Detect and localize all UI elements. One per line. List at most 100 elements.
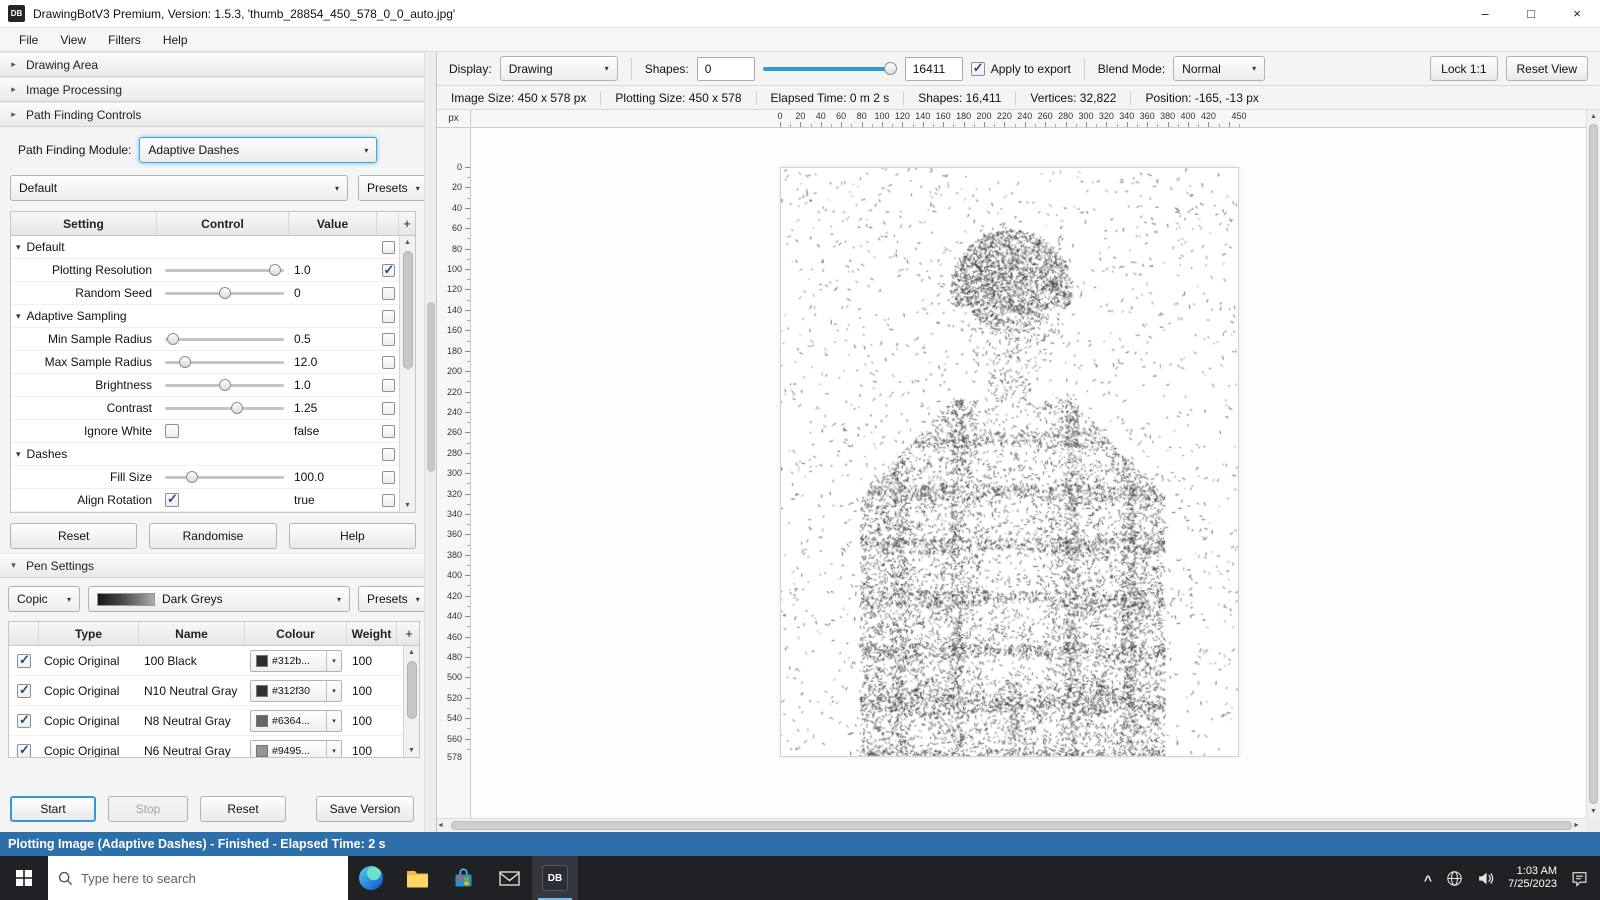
scroll-up-icon[interactable]: ▲ [404, 236, 411, 249]
shapes-slider[interactable] [763, 61, 897, 77]
settings-table-scrollbar[interactable]: ▲ ▼ [399, 236, 415, 512]
close-button[interactable]: × [1554, 0, 1600, 27]
pen-colour-picker[interactable]: #9495...▾ [250, 740, 342, 758]
setting-enable-checkbox[interactable] [382, 264, 395, 277]
pen-enabled-checkbox[interactable] [17, 654, 31, 668]
slider-thumb[interactable] [186, 471, 198, 483]
setting-enable-checkbox[interactable] [382, 287, 395, 300]
setting-enable-checkbox[interactable] [382, 241, 395, 254]
taskbar-edge-icon[interactable] [348, 856, 394, 900]
slider-thumb[interactable] [167, 333, 179, 345]
shapes-max-field[interactable]: 16411 [905, 57, 963, 81]
scrollbar-thumb[interactable] [451, 821, 1572, 830]
column-header-value[interactable]: Value [289, 212, 377, 235]
help-button[interactable]: Help [289, 523, 416, 549]
slider-thumb[interactable] [269, 264, 281, 276]
scroll-up-icon[interactable]: ▲ [408, 646, 415, 659]
column-header-name[interactable]: Name [139, 622, 245, 645]
column-header-control[interactable]: Control [157, 212, 289, 235]
blend-mode-combo[interactable]: Normal ▾ [1173, 56, 1265, 81]
column-header-setting[interactable]: Setting [11, 212, 157, 235]
taskbar-search[interactable] [48, 856, 348, 900]
menu-item-help[interactable]: Help [152, 33, 199, 47]
scroll-down-icon[interactable]: ▼ [404, 499, 411, 512]
scroll-right-icon[interactable]: ► [1573, 819, 1586, 832]
setting-enable-checkbox[interactable] [382, 356, 395, 369]
taskbar-clock[interactable]: 1:03 AM 7/25/2023 [1508, 865, 1557, 891]
start-button[interactable]: Start [10, 796, 96, 822]
menu-item-file[interactable]: File [8, 33, 49, 47]
add-pen-button[interactable]: + [397, 622, 421, 645]
setting-enable-checkbox[interactable] [382, 448, 395, 461]
setting-enable-checkbox[interactable] [382, 333, 395, 346]
pen-brand-combo[interactable]: Copic ▾ [8, 586, 80, 612]
minimize-button[interactable]: – [1462, 0, 1508, 27]
preset-combo[interactable]: Default ▾ [10, 175, 348, 201]
setting-slider[interactable] [165, 355, 284, 369]
pen-table-scrollbar[interactable]: ▲ ▼ [403, 646, 419, 757]
action-center-icon[interactable] [1571, 870, 1588, 887]
section-image-processing[interactable]: ▸ Image Processing [0, 77, 436, 102]
setting-checkbox[interactable] [165, 424, 179, 438]
shapes-min-field[interactable]: 0 [697, 57, 755, 81]
slider-thumb[interactable] [219, 287, 231, 299]
setting-enable-checkbox[interactable] [382, 379, 395, 392]
column-header-weight[interactable]: Weight [347, 622, 397, 645]
setting-slider[interactable] [165, 286, 284, 300]
pen-enabled-checkbox[interactable] [17, 684, 31, 698]
chevron-down-icon[interactable]: ▾ [326, 741, 341, 758]
taskbar-explorer-icon[interactable] [394, 856, 440, 900]
taskbar-store-icon[interactable] [440, 856, 486, 900]
group-expand-icon[interactable]: ▾ [16, 242, 21, 253]
scroll-down-icon[interactable]: ▼ [408, 744, 415, 757]
column-header-type[interactable]: Type [39, 622, 139, 645]
reset-view-button[interactable]: Reset View [1506, 56, 1588, 81]
group-expand-icon[interactable]: ▾ [16, 449, 21, 460]
column-header-colour[interactable]: Colour [245, 622, 347, 645]
randomise-button[interactable]: Randomise [149, 523, 276, 549]
pen-enabled-checkbox[interactable] [17, 714, 31, 728]
horizontal-scrollbar[interactable]: ◄ ► [437, 818, 1586, 832]
setting-slider[interactable] [165, 378, 284, 392]
scrollbar-thumb[interactable] [403, 251, 413, 369]
setting-slider[interactable] [165, 401, 284, 415]
setting-enable-checkbox[interactable] [382, 310, 395, 323]
scroll-down-icon[interactable]: ▼ [1590, 805, 1597, 818]
taskbar-mail-icon[interactable] [486, 856, 532, 900]
setting-enable-checkbox[interactable] [382, 425, 395, 438]
group-expand-icon[interactable]: ▾ [16, 311, 21, 322]
section-path-finding-controls[interactable]: ▸ Path Finding Controls [0, 102, 436, 127]
scroll-up-icon[interactable]: ▲ [1590, 110, 1597, 123]
network-globe-icon[interactable] [1446, 870, 1463, 887]
search-input[interactable] [81, 871, 321, 886]
scrollbar-thumb[interactable] [427, 302, 435, 472]
apply-to-export-toggle[interactable]: Apply to export [971, 62, 1071, 76]
scrollbar-thumb[interactable] [407, 661, 417, 719]
section-pen-settings[interactable]: ▾ Pen Settings [0, 553, 436, 578]
reset-button[interactable]: Reset [10, 523, 137, 549]
pen-colour-picker[interactable]: #6364...▾ [250, 710, 342, 732]
section-drawing-area[interactable]: ▸ Drawing Area [0, 52, 436, 77]
menu-item-filters[interactable]: Filters [97, 33, 152, 47]
setting-slider[interactable] [165, 470, 284, 484]
pen-presets-menu-button[interactable]: Presets ▾ [358, 586, 426, 612]
scrollbar-thumb[interactable] [1589, 124, 1598, 804]
path-finding-module-combo[interactable]: Adaptive Dashes ▾ [139, 137, 377, 163]
add-setting-button[interactable]: + [399, 212, 415, 235]
left-panel-scrollbar[interactable] [424, 52, 436, 832]
volume-icon[interactable] [1477, 870, 1494, 887]
maximize-button[interactable]: □ [1508, 0, 1554, 27]
vertical-scrollbar[interactable]: ▲ ▼ [1586, 110, 1600, 818]
menu-item-view[interactable]: View [49, 33, 97, 47]
setting-checkbox[interactable] [165, 493, 179, 507]
scroll-left-icon[interactable]: ◄ [437, 819, 450, 832]
plot-canvas[interactable] [781, 168, 1238, 756]
save-version-button[interactable]: Save Version [316, 796, 414, 822]
chevron-down-icon[interactable]: ▾ [326, 711, 341, 731]
start-button[interactable] [0, 856, 48, 900]
pen-colour-picker[interactable]: #312f30▾ [250, 680, 342, 702]
drawing-paper[interactable] [780, 167, 1239, 757]
chevron-down-icon[interactable]: ▾ [326, 681, 341, 701]
pen-enabled-checkbox[interactable] [17, 744, 31, 758]
slider-thumb[interactable] [231, 402, 243, 414]
